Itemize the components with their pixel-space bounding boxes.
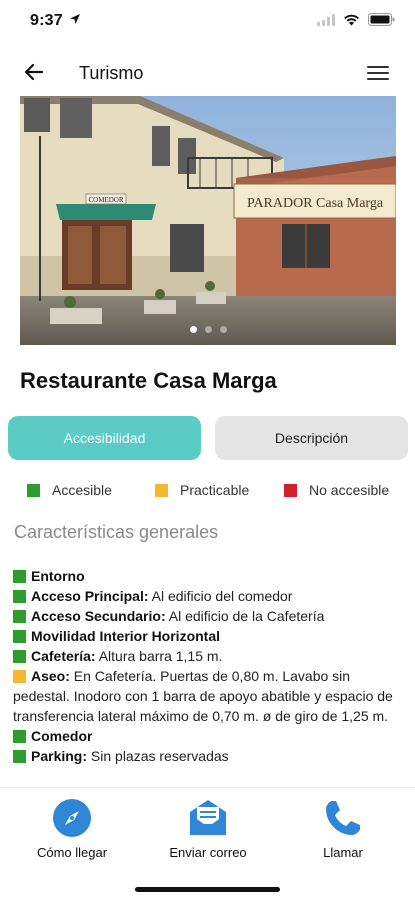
feature-row: Acceso Secundario: Al edificio de la Caf…	[13, 606, 399, 626]
svg-text:COMEDOR: COMEDOR	[88, 196, 123, 204]
tab-descripcion[interactable]: Descripción	[215, 416, 408, 460]
legend-item-no-accesible: No accesible	[284, 482, 389, 498]
action-label: Enviar correo	[169, 845, 247, 860]
tab-accesibilidad[interactable]: Accesibilidad	[8, 416, 201, 460]
feature-row: Parking: Sin plazas reservadas	[13, 746, 399, 766]
battery-icon	[368, 13, 395, 26]
accessibility-legend: Accesible Practicable No accesible	[27, 482, 407, 502]
feature-label: Comedor	[31, 728, 93, 744]
status-square	[13, 670, 26, 683]
como-llegar-button[interactable]: Cómo llegar	[32, 798, 112, 860]
legend-label: Practicable	[180, 482, 250, 498]
action-label: Cómo llegar	[36, 845, 108, 860]
feature-value: Sin plazas reservadas	[90, 748, 229, 764]
place-title: Restaurante Casa Marga	[20, 368, 277, 393]
feature-row: Entorno	[13, 566, 399, 586]
compass-icon	[53, 799, 91, 837]
legend-swatch-yellow	[155, 483, 168, 497]
status-square	[13, 590, 26, 603]
feature-row: Acceso Principal: Al edificio del comedo…	[13, 586, 399, 606]
menu-icon-line	[367, 66, 389, 68]
phone-icon	[326, 801, 360, 835]
feature-value: Al edificio de la Cafetería	[168, 608, 325, 624]
mail-icon	[190, 800, 226, 835]
legend-swatch-green	[27, 483, 40, 497]
status-bar: 9:37	[0, 0, 415, 44]
tab-bar: Accesibilidad Descripción	[8, 416, 408, 462]
status-square	[13, 650, 26, 663]
wifi-icon	[344, 14, 359, 25]
feature-label: Acceso Principal:	[31, 588, 149, 604]
carousel-dot[interactable]	[219, 326, 227, 333]
restaurant-photo: COMEDOR PARADOR Casa Marga	[20, 96, 396, 345]
section-title: Características generales	[14, 522, 219, 542]
status-time-text: 9:37	[30, 12, 63, 29]
svg-text:PARADOR Casa Marga: PARADOR Casa Marga	[247, 196, 384, 211]
status-square	[13, 630, 26, 643]
feature-row: Cafetería: Altura barra 1,15 m.	[13, 646, 399, 666]
menu-icon-line	[367, 78, 389, 80]
status-square	[13, 570, 26, 583]
status-square	[13, 730, 26, 743]
home-indicator	[135, 887, 280, 892]
status-icons	[317, 13, 395, 26]
feature-label: Parking:	[31, 748, 88, 764]
feature-label: Entorno	[31, 568, 85, 584]
arrow-left-icon	[24, 63, 44, 81]
app-title: Turismo	[79, 63, 144, 83]
status-square	[13, 750, 26, 763]
app-bar: Turismo	[0, 50, 415, 96]
feature-label: Aseo:	[31, 668, 70, 684]
bottom-action-bar: Cómo llegar Enviar correo Llamar	[0, 787, 415, 901]
carousel-dot[interactable]	[204, 326, 212, 333]
carousel-dots	[20, 326, 396, 333]
features-list: Entorno Acceso Principal: Al edificio de…	[13, 566, 399, 766]
location-arrow-icon	[70, 14, 81, 24]
tab-label: Descripción	[274, 430, 349, 446]
status-time: 9:37	[30, 12, 81, 30]
feature-value: Al edificio del comedor	[151, 588, 293, 604]
feature-label: Cafetería:	[31, 648, 96, 664]
legend-label: No accesible	[309, 482, 390, 498]
feature-label: Acceso Secundario:	[31, 608, 166, 624]
legend-swatch-red	[284, 483, 297, 497]
carousel-dot[interactable]	[189, 326, 197, 333]
feature-value: En Cafetería. Puertas de 0,80 m. Lavabo …	[13, 668, 393, 724]
menu-button[interactable]	[367, 66, 389, 82]
photo-carousel[interactable]: COMEDOR PARADOR Casa Marga	[20, 96, 396, 345]
enviar-correo-button[interactable]: Enviar correo	[161, 798, 255, 860]
action-label: Llamar	[323, 845, 363, 860]
tab-label: Accesibilidad	[63, 430, 146, 446]
legend-item-accesible: Accesible	[27, 482, 112, 498]
status-square	[13, 610, 26, 623]
signal-icon	[317, 13, 335, 26]
feature-row: Movilidad Interior Horizontal	[13, 626, 399, 646]
legend-item-practicable: Practicable	[155, 482, 249, 498]
feature-row: Aseo: En Cafetería. Puertas de 0,80 m. L…	[13, 666, 399, 726]
menu-icon-line	[367, 72, 389, 74]
llamar-button[interactable]: Llamar	[313, 798, 373, 860]
back-button[interactable]	[22, 60, 50, 86]
feature-value: Altura barra 1,15 m.	[98, 648, 223, 664]
legend-label: Accesible	[52, 482, 112, 498]
feature-row: Comedor	[13, 726, 399, 746]
feature-label: Movilidad Interior Horizontal	[31, 628, 221, 644]
